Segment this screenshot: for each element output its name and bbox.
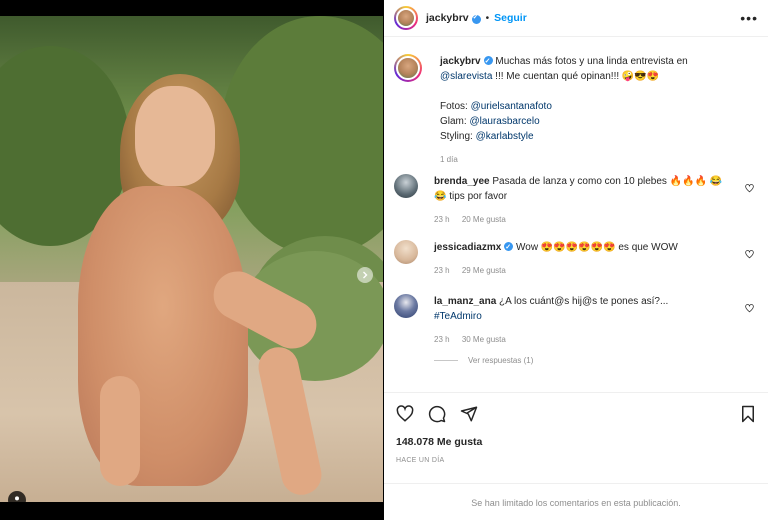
avatar[interactable] xyxy=(394,294,418,318)
tagged-users-button[interactable] xyxy=(8,491,26,502)
comment-body: jessicadiazmx Wow 😍😍😍😍😍😍 es que WOW 23 h… xyxy=(434,240,734,278)
user-icon xyxy=(15,496,19,501)
credit-line: Styling: @karlabstyle xyxy=(440,129,758,144)
comment-icon[interactable] xyxy=(428,405,446,423)
post-time: HACE UN DÍA xyxy=(396,457,445,464)
post-side-panel: jackybrv • Seguir ••• jackybrv Muchas má… xyxy=(384,0,768,520)
caption-text: jackybrv Muchas más fotos y una linda en… xyxy=(440,54,758,167)
likes-count[interactable]: 148.078 Me gusta xyxy=(396,436,482,448)
credit-line: Fotos: @urielsantanafoto xyxy=(440,99,758,114)
comment-body: la_manz_ana ¿A los cuánt@s hij@s te pone… xyxy=(434,294,734,347)
verified-badge-icon xyxy=(483,54,493,69)
share-icon[interactable] xyxy=(460,405,478,423)
comment-item: jessicadiazmx Wow 😍😍😍😍😍😍 es que WOW 23 h… xyxy=(394,240,758,278)
credit-label: Styling: xyxy=(440,131,476,142)
timestamp: 23 h xyxy=(434,266,450,275)
caption-meta: 1 día xyxy=(440,152,758,167)
like-count[interactable]: 30 Me gusta xyxy=(462,335,506,344)
separator: • xyxy=(485,12,490,24)
verified-badge-icon xyxy=(504,240,514,255)
mention-link[interactable]: @laurasbarcelo xyxy=(469,116,539,127)
more-options-icon[interactable]: ••• xyxy=(740,10,758,26)
comment-text: Wow 😍😍😍😍😍😍 es que WOW xyxy=(513,242,678,253)
comment-username[interactable]: jessicadiazmx xyxy=(434,242,501,253)
story-ring[interactable] xyxy=(394,6,418,30)
like-count[interactable]: 20 Me gusta xyxy=(462,215,506,224)
comment-meta: 23 h 29 Me gusta xyxy=(434,263,734,278)
credit-line: Glam: @laurasbarcelo xyxy=(440,114,758,129)
mention-link[interactable]: @karlabstyle xyxy=(476,131,534,142)
comment-text: ¿A los cuánt@s hij@s te pones así?... xyxy=(496,296,669,307)
post-actions-section: 148.078 Me gusta HACE UN DÍA Se han limi… xyxy=(384,392,768,520)
model-leg xyxy=(100,376,140,486)
comment-meta: 23 h 30 Me gusta xyxy=(434,332,734,347)
caption-story-ring[interactable] xyxy=(394,54,422,82)
caption-username[interactable]: jackybrv xyxy=(440,56,481,67)
comment-body: brenda_yee Pasada de lanza y como con 10… xyxy=(434,174,734,227)
chevron-right-icon xyxy=(363,271,368,279)
heart-icon[interactable] xyxy=(745,250,754,259)
heart-icon[interactable] xyxy=(745,304,754,313)
view-replies-button[interactable]: Ver respuestas (1) xyxy=(434,356,533,365)
comment-username[interactable]: brenda_yee xyxy=(434,176,490,187)
divider xyxy=(434,360,458,361)
author-username[interactable]: jackybrv xyxy=(426,12,469,24)
avatar[interactable] xyxy=(394,240,418,264)
timestamp: 23 h xyxy=(434,215,450,224)
post-header: jackybrv • Seguir ••• xyxy=(384,0,768,37)
timestamp: 1 día xyxy=(440,155,458,164)
heart-icon[interactable] xyxy=(745,184,754,193)
caption-line: !!! Me cuentan qué opinan!!! 🤪😎😍 xyxy=(492,71,660,82)
follow-button[interactable]: Seguir xyxy=(494,12,527,24)
comment-username[interactable]: la_manz_ana xyxy=(434,296,496,307)
comment-meta: 23 h 20 Me gusta xyxy=(434,212,734,227)
comments-limited-notice: Se han limitado los comentarios en esta … xyxy=(384,483,768,508)
view-replies-label: Ver respuestas (1) xyxy=(468,356,534,365)
bookmark-icon[interactable] xyxy=(740,405,756,423)
verified-badge-icon xyxy=(471,13,481,24)
comment-item: brenda_yee Pasada de lanza y como con 10… xyxy=(394,174,758,227)
avatar xyxy=(396,56,420,80)
credit-label: Glam: xyxy=(440,116,470,127)
instagram-post-modal: jackybrv • Seguir ••• jackybrv Muchas má… xyxy=(0,0,768,520)
comments-scroll-area[interactable]: jackybrv Muchas más fotos y una linda en… xyxy=(384,38,768,390)
like-heart-icon[interactable] xyxy=(396,405,414,423)
timestamp: 23 h xyxy=(434,335,450,344)
avatar xyxy=(396,8,416,28)
avatar[interactable] xyxy=(394,174,418,198)
post-photo[interactable] xyxy=(0,16,383,502)
like-count[interactable]: 29 Me gusta xyxy=(462,266,506,275)
credit-label: Fotos: xyxy=(440,101,471,112)
action-bar xyxy=(396,405,478,423)
comment-item: la_manz_ana ¿A los cuánt@s hij@s te pone… xyxy=(394,294,758,347)
caption-line: Muchas más fotos y una linda entrevista … xyxy=(495,56,688,67)
hashtag-link[interactable]: #TeAdmiro xyxy=(434,311,482,322)
caption: jackybrv Muchas más fotos y una linda en… xyxy=(394,54,758,167)
mention-link[interactable]: @urielsantanafoto xyxy=(471,101,552,112)
model-face xyxy=(135,86,215,186)
carousel-next-button[interactable] xyxy=(357,267,373,283)
mention-link[interactable]: @slarevista xyxy=(440,71,492,82)
foliage xyxy=(220,16,383,256)
